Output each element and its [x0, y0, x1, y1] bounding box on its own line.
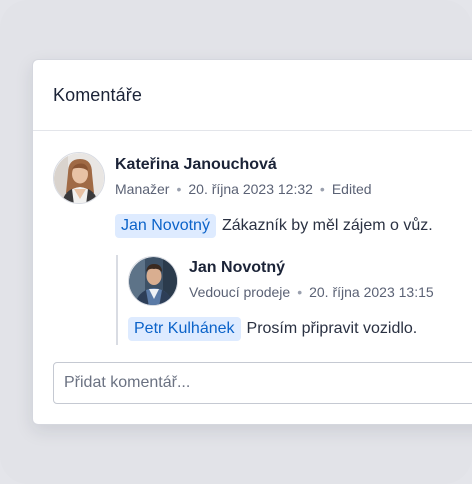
- reply-timestamp: 20. října 2023 13:15: [309, 284, 434, 300]
- woman-avatar-icon: [54, 153, 104, 203]
- comment-role: Manažer: [115, 181, 170, 197]
- comment-text: Zákazník by měl zájem o vůz.: [221, 217, 433, 234]
- separator-dot: •: [319, 181, 325, 197]
- avatar[interactable]: [53, 152, 105, 204]
- separator-dot: •: [176, 181, 182, 197]
- comment-meta: Manažer • 20. října 2023 12:32 • Edited: [115, 181, 372, 197]
- avatar[interactable]: [128, 256, 178, 306]
- reply-role: Vedoucí prodeje: [189, 284, 291, 300]
- man-avatar-icon: [129, 257, 177, 305]
- edited-label: Edited: [331, 181, 372, 197]
- reply-text: Prosím připravit vozidlo.: [246, 320, 418, 337]
- reply-meta: Vedoucí prodeje • 20. října 2023 13:15: [189, 284, 434, 300]
- comment-body: Jan Novotný Zákazník by měl zájem o vůz.: [115, 214, 433, 238]
- mention-tag[interactable]: Jan Novotný: [115, 214, 216, 238]
- reply-thread-line: [116, 255, 118, 345]
- reply-body: Petr Kulhánek Prosím připravit vozidlo.: [128, 317, 417, 341]
- add-comment-input[interactable]: [64, 363, 472, 403]
- separator-dot: •: [297, 284, 303, 300]
- mention-tag[interactable]: Petr Kulhánek: [128, 317, 241, 341]
- panel-header: Komentáře: [33, 60, 472, 131]
- comment-timestamp: 20. října 2023 12:32: [188, 181, 313, 197]
- add-comment-field[interactable]: [53, 362, 472, 404]
- comments-panel: Komentáře Kateřina Janouchová Manažer • 20…: [32, 59, 472, 425]
- panel-title: Komentáře: [53, 84, 142, 105]
- comment-author[interactable]: Kateřina Janouchová: [115, 156, 277, 174]
- reply-author[interactable]: Jan Novotný: [189, 259, 285, 277]
